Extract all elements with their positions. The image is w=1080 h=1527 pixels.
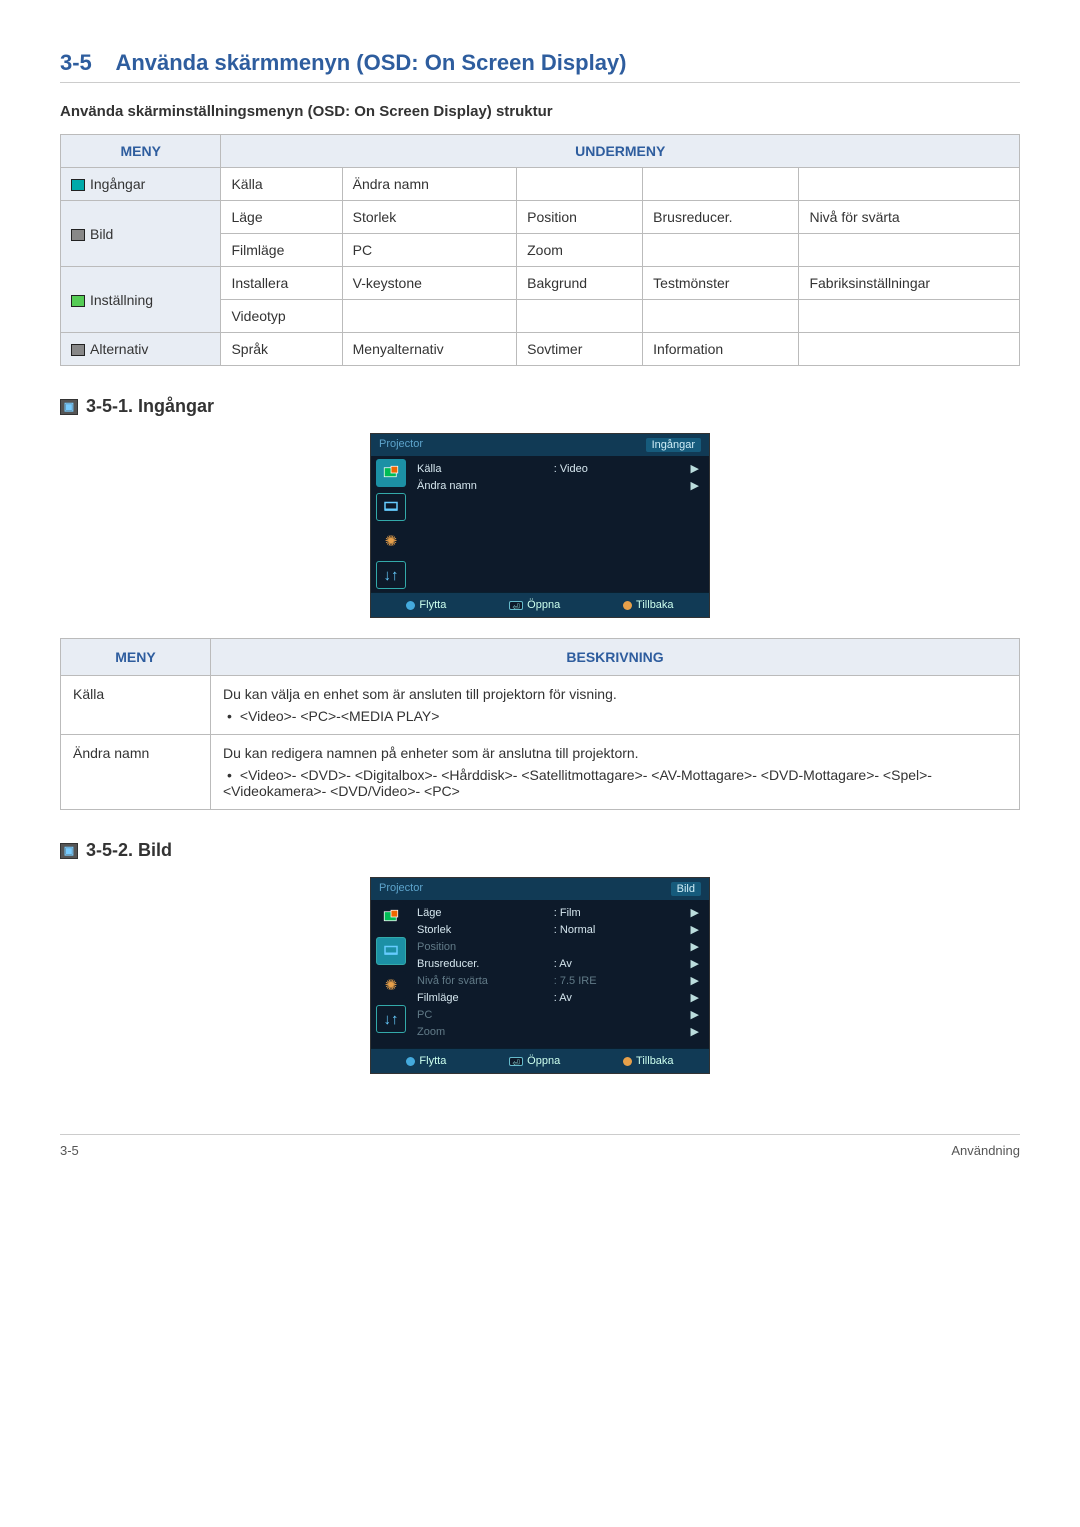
col-desc: BESKRIVNING [211, 639, 1020, 676]
col-submenu: UNDERMENY [221, 135, 1020, 168]
osd-row[interactable]: Källa : Video ▶ [413, 460, 703, 477]
col-menu: MENY [61, 639, 211, 676]
table-row: Ingångar Källa Ändra namn [61, 168, 1020, 201]
structure-subtitle: Använda skärminställningsmenyn (OSD: On … [60, 103, 1020, 120]
setup-icon [71, 295, 85, 307]
footer-back: Tillbaka [623, 1055, 674, 1067]
badge-icon: ▣ [60, 399, 78, 415]
osd-title: Projector [379, 882, 423, 896]
osd-row[interactable]: Brusreducer.: Av▶ [413, 955, 703, 972]
col-menu: MENY [61, 135, 221, 168]
osd-row[interactable]: Nivå för svärta: 7.5 IRE▶ [413, 972, 703, 989]
osd-row[interactable]: Zoom▶ [413, 1023, 703, 1040]
arrow-right-icon: ▶ [691, 462, 699, 475]
osd-row[interactable]: Läge: Film▶ [413, 904, 703, 921]
osd-title: Projector [379, 438, 423, 452]
setup-tab-icon[interactable]: ✺ [376, 971, 406, 999]
table-row: Bild Läge Storlek Position Brusreducer. … [61, 201, 1020, 234]
option-tab-icon[interactable]: ↓↑ [376, 561, 406, 589]
osd-row[interactable]: Filmläge: Av▶ [413, 989, 703, 1006]
osd-window-inputs: Projector Ingångar ✺ ↓↑ Källa : Video ▶ [370, 433, 710, 618]
osd-row[interactable]: PC▶ [413, 1006, 703, 1023]
arrow-right-icon: ▶ [691, 906, 699, 919]
arrow-right-icon: ▶ [691, 479, 699, 492]
arrow-right-icon: ▶ [691, 940, 699, 953]
option-tab-icon[interactable]: ↓↑ [376, 1005, 406, 1033]
footer-move: Flytta [406, 599, 446, 611]
input-icon [71, 179, 85, 191]
input-tab-icon[interactable] [376, 459, 406, 487]
setup-tab-icon[interactable]: ✺ [376, 527, 406, 555]
table-row: Inställning Installera V-keystone Bakgru… [61, 267, 1020, 300]
input-tab-icon[interactable] [376, 903, 406, 931]
table-row: Alternativ Språk Menyalternativ Sovtimer… [61, 333, 1020, 366]
section-number: 3-5 [60, 50, 92, 75]
osd-category: Bild [671, 882, 701, 896]
section-title: 3-5 Använda skärmmenyn (OSD: On Screen D… [60, 50, 1020, 83]
osd-row[interactable]: Storlek: Normal▶ [413, 921, 703, 938]
footer-left: 3-5 [60, 1143, 79, 1158]
footer-right: Användning [951, 1143, 1020, 1158]
arrow-right-icon: ▶ [691, 974, 699, 987]
arrow-right-icon: ▶ [691, 1008, 699, 1021]
picture-tab-icon[interactable] [376, 937, 406, 965]
footer-open: ⏎Öppna [509, 599, 560, 611]
arrow-right-icon: ▶ [691, 991, 699, 1004]
osd-row[interactable]: Ändra namn ▶ [413, 477, 703, 494]
osd-row[interactable]: Position▶ [413, 938, 703, 955]
description-table-351: MENY BESKRIVNING Källa Du kan välja en e… [60, 638, 1020, 810]
picture-icon [71, 229, 85, 241]
table-row: Källa Du kan välja en enhet som är anslu… [61, 676, 1020, 735]
option-icon [71, 344, 85, 356]
picture-tab-icon[interactable] [376, 493, 406, 521]
structure-table: MENY UNDERMENY Ingångar Källa Ändra namn… [60, 134, 1020, 366]
section-name: Använda skärmmenyn (OSD: On Screen Displ… [115, 50, 626, 75]
heading-352: ▣ 3-5-2. Bild [60, 840, 1020, 861]
arrow-right-icon: ▶ [691, 923, 699, 936]
arrow-right-icon: ▶ [691, 957, 699, 970]
osd-category: Ingångar [646, 438, 701, 452]
footer-open: ⏎Öppna [509, 1055, 560, 1067]
heading-351: ▣ 3-5-1. Ingångar [60, 396, 1020, 417]
osd-window-picture: Projector Bild ✺ ↓↑ Läge: Film▶Storlek: … [370, 877, 710, 1074]
footer-move: Flytta [406, 1055, 446, 1067]
table-row: Ändra namn Du kan redigera namnen på enh… [61, 735, 1020, 810]
arrow-right-icon: ▶ [691, 1025, 699, 1038]
footer-back: Tillbaka [623, 599, 674, 611]
badge-icon: ▣ [60, 843, 78, 859]
page-footer: 3-5 Användning [60, 1134, 1020, 1158]
